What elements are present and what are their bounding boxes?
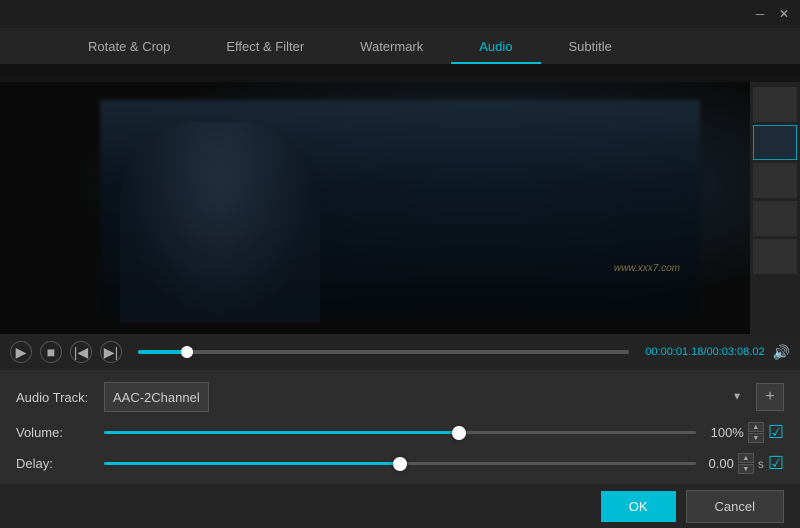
delay-slider-fill [104,462,400,465]
close-button[interactable]: ✕ [776,6,792,22]
delay-slider-container[interactable] [104,456,696,472]
progress-bar[interactable] [138,350,629,354]
strip-item [753,201,797,236]
stop-button[interactable]: ■ [40,341,62,363]
thumbnail-strip [750,82,800,334]
progress-thumb[interactable] [181,346,193,358]
prev-frame-button[interactable]: |◀ [70,341,92,363]
volume-slider-fill [104,431,459,434]
volume-sync-icon[interactable]: ☑ [768,422,784,443]
delay-sync-icon[interactable]: ☑ [768,453,784,474]
strip-item [753,239,797,274]
delay-label: Delay: [16,456,96,471]
delay-spinners: ▲ ▼ [738,453,754,474]
volume-label: Volume: [16,425,96,440]
next-frame-button[interactable]: ▶| [100,341,122,363]
play-button[interactable]: ▶ [10,341,32,363]
delay-down-button[interactable]: ▼ [738,464,754,474]
delay-row: Delay: 0.00 ▲ ▼ s ☑ [16,453,784,474]
delay-up-button[interactable]: ▲ [738,453,754,463]
strip-item-active [753,125,797,160]
volume-slider-thumb[interactable] [452,426,466,440]
tab-watermark[interactable]: Watermark [332,31,451,64]
volume-value: 100% [699,425,744,440]
ok-button[interactable]: OK [601,491,676,522]
audio-track-label: Audio Track: [16,390,96,405]
add-audio-track-button[interactable]: + [756,383,784,411]
minimize-button[interactable]: ─ [752,6,768,22]
cancel-button[interactable]: Cancel [686,490,784,523]
tab-audio[interactable]: Audio [451,31,540,64]
tab-subtitle[interactable]: Subtitle [541,31,640,64]
preview-area: Original: 1898x700 Output: 1898x700 www.… [0,64,800,334]
volume-down-button[interactable]: ▼ [748,433,764,443]
time-display: 00:00:01.18/00:03:08.02 [645,346,764,358]
select-arrow-icon: ▼ [732,392,742,403]
volume-value-container: 100% ▲ ▼ ☑ [704,422,784,443]
volume-up-button[interactable]: ▲ [748,422,764,432]
progress-fill [138,350,187,354]
volume-spinners: ▲ ▼ [748,422,764,443]
video-figure [120,122,320,322]
tab-effect-filter[interactable]: Effect & Filter [198,31,332,64]
volume-slider-track [104,431,696,434]
select-wrapper: AAC-2Channel ▼ [104,382,750,412]
audio-track-select[interactable]: AAC-2Channel [104,382,209,412]
tab-rotate-crop[interactable]: Rotate & Crop [60,31,198,64]
strip-item [753,87,797,122]
watermark-text: www.xxx7.com [614,263,680,274]
title-bar: ─ ✕ [0,0,800,28]
audio-track-row: Audio Track: AAC-2Channel ▼ + [16,382,784,412]
video-preview: www.xxx7.com [0,64,800,334]
transport-controls: ▶ ■ |◀ ▶| 00:00:01.18/00:03:08.02 🔊 [0,334,800,370]
volume-icon[interactable]: 🔊 [773,344,790,361]
video-content: www.xxx7.com [0,82,800,334]
volume-slider-container[interactable] [104,425,696,441]
delay-unit: s [758,457,764,471]
track-select-container: AAC-2Channel ▼ + [104,382,784,412]
footer: OK Cancel [0,484,800,528]
delay-slider-thumb[interactable] [393,457,407,471]
strip-item [753,163,797,198]
volume-row: Volume: 100% ▲ ▼ ☑ [16,422,784,443]
tab-bar: Rotate & Crop Effect & Filter Watermark … [0,28,800,64]
delay-value-container: 0.00 ▲ ▼ s ☑ [704,453,784,474]
